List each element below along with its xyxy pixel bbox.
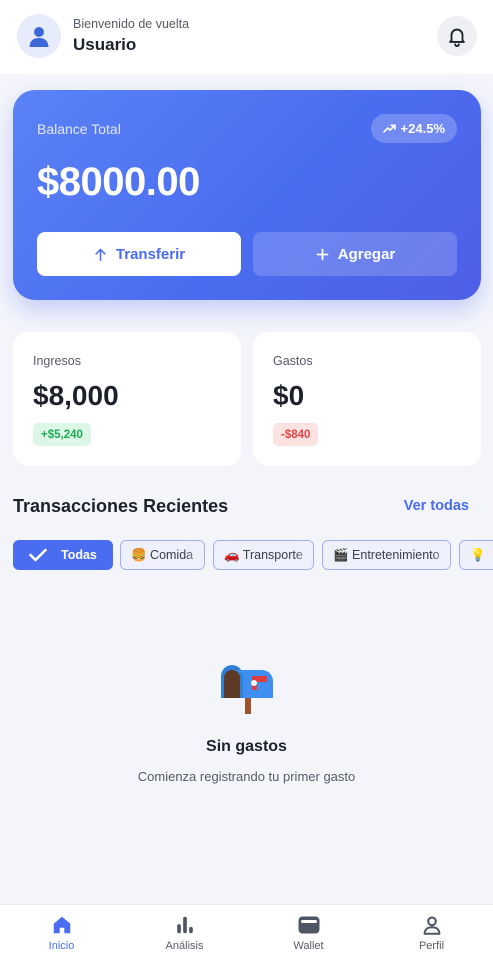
nav-item-analysis[interactable]: Análisis (123, 905, 246, 960)
nav-label: Análisis (165, 940, 204, 952)
arrow-up-icon (95, 248, 106, 261)
income-change-badge: +$5,240 (33, 423, 91, 446)
check-icon (29, 548, 47, 562)
trend-value: +24.5% (400, 121, 445, 136)
transactions-title: Transacciones Recientes (13, 496, 229, 516)
expense-card[interactable]: Gastos $0 -$840 (253, 332, 481, 466)
income-label: Ingresos (33, 354, 81, 368)
transfer-label: Transferir (115, 245, 186, 263)
nav-item-profile[interactable]: Perfil (370, 905, 493, 960)
income-card[interactable]: Ingresos $8,000 +$5,240 (13, 332, 241, 466)
bell-icon (449, 28, 465, 47)
expense-value: $0 (273, 380, 305, 411)
filter-chip-label: 🍔 Comida (131, 547, 194, 562)
bottom-nav: Inicio Análisis Wallet Perfil (0, 904, 493, 960)
filter-chip-food[interactable]: 🍔 Comida (120, 540, 205, 570)
filter-chip-utilities[interactable]: 💡 (459, 540, 493, 570)
filter-chip-all[interactable]: Todas (13, 540, 113, 570)
empty-state-subtitle: Comienza registrando tu primer gasto (137, 769, 356, 784)
income-value: $8,000 (33, 380, 119, 411)
trend-badge: +24.5% (370, 114, 457, 143)
filter-chip-label: 🎬 Entretenimiento (333, 547, 440, 562)
empty-state-title: Sin gastos (206, 738, 287, 755)
balance-label: Balance Total (37, 121, 121, 137)
avatar[interactable] (17, 14, 61, 58)
mailbox-icon (221, 665, 273, 714)
filter-chip-label: Todas (61, 548, 97, 562)
notifications-button[interactable] (437, 16, 477, 56)
transfer-button[interactable]: Transferir (37, 232, 241, 276)
see-all-link[interactable]: Ver todas (404, 498, 469, 514)
trending-up-icon (382, 124, 396, 133)
home-icon (53, 916, 70, 934)
balance-card: Balance Total +24.5% $8000.00 Transferir… (13, 90, 481, 300)
plus-icon (316, 248, 329, 260)
add-label: Agregar (337, 245, 396, 263)
filter-chip-label: 💡 (470, 547, 486, 562)
greeting-text: Bienvenido de vuelta (73, 17, 190, 31)
nav-label: Inicio (48, 940, 75, 952)
filter-chip-transport[interactable]: 🚗 Transporte (213, 540, 314, 570)
username: Usuario (73, 35, 137, 54)
nav-label: Wallet (293, 940, 324, 952)
balance-amount: $8000.00 (37, 160, 200, 204)
profile-icon (423, 916, 440, 935)
nav-item-wallet[interactable]: Wallet (247, 905, 370, 960)
expense-change-badge: -$840 (273, 423, 319, 446)
filter-chip-entertainment[interactable]: 🎬 Entretenimiento (322, 540, 451, 570)
filter-chip-label: 🚗 Transporte (224, 547, 303, 562)
bar-chart-icon (176, 916, 193, 934)
nav-label: Perfil (418, 940, 445, 952)
wallet-icon (298, 916, 319, 934)
user-icon (29, 27, 49, 47)
add-button[interactable]: Agregar (253, 232, 457, 276)
app-header: Bienvenido de vuelta Usuario (0, 0, 493, 74)
nav-item-home[interactable]: Inicio (0, 905, 123, 960)
expense-label: Gastos (273, 354, 313, 368)
